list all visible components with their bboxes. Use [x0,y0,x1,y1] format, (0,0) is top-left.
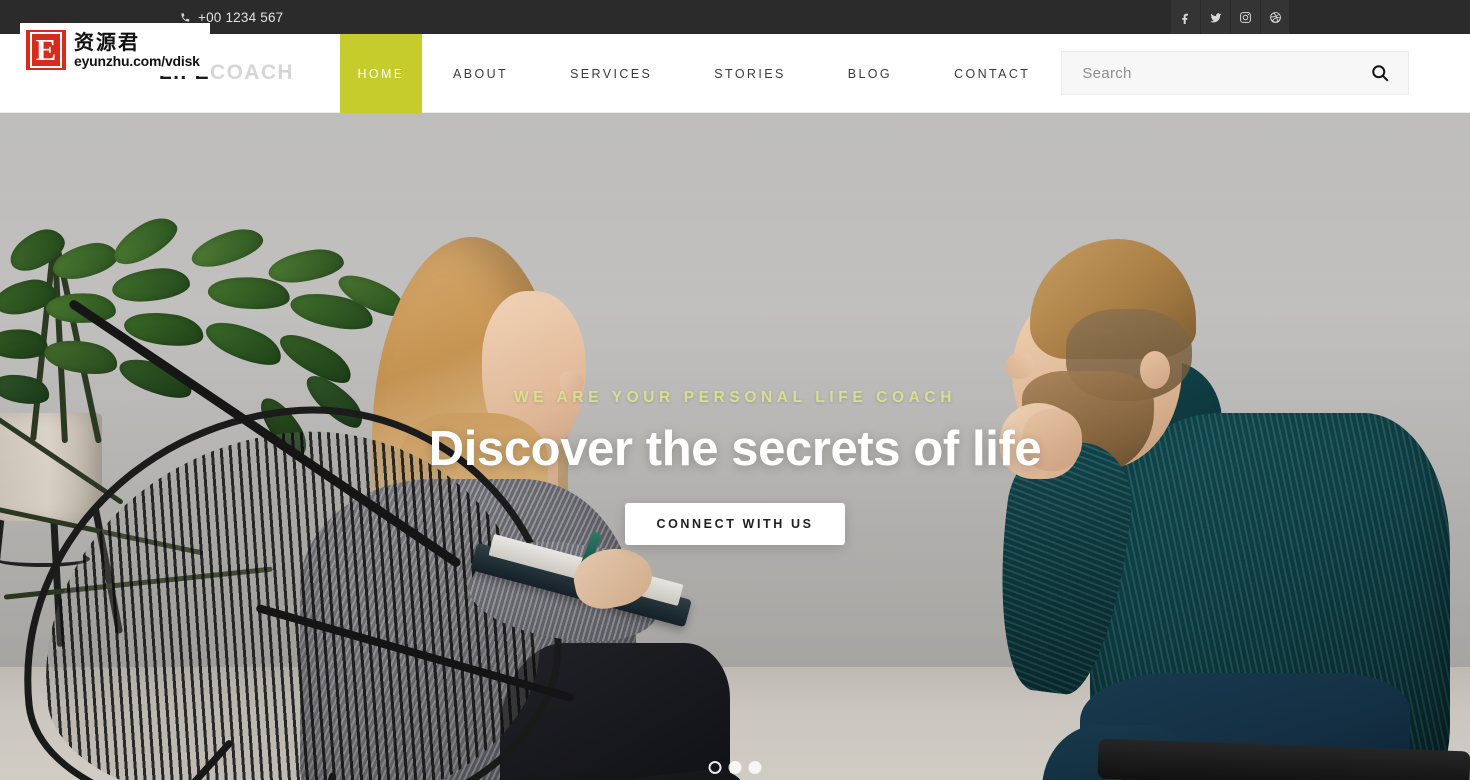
header-search [1061,34,1410,112]
nav-item-blog[interactable]: BLOG [817,34,923,113]
nav-link-blog[interactable]: BLOG [848,67,892,81]
carousel-dot-2[interactable] [728,761,742,774]
twitter-icon [1210,12,1222,22]
carousel-dots [708,761,762,774]
search-icon [1372,65,1389,82]
nav-link-contact[interactable]: CONTACT [954,67,1030,81]
nav-item-about[interactable]: ABOUT [422,34,539,113]
nav-link-about[interactable]: ABOUT [453,67,508,81]
top-bar: +00 1234 567 [0,0,1470,34]
brand-logo-part2: COACH [210,61,294,84]
social-link-dribbble[interactable] [1260,0,1290,34]
connect-with-us-button[interactable]: CONNECT WITH US [625,503,845,545]
hero-photo-overlay [0,113,1470,780]
phone-contact[interactable]: +00 1234 567 [180,10,283,25]
nav-link-services[interactable]: SERVICES [570,67,652,81]
hero-photo-coaching-session [0,113,1470,780]
search-box[interactable] [1061,51,1410,95]
nav-item-contact[interactable]: CONTACT [923,34,1061,113]
nav-link-home[interactable]: HOME [357,67,404,81]
instagram-icon [1240,11,1251,23]
nav-item-stories[interactable]: STORIES [683,34,816,113]
hero-slider: WE ARE YOUR PERSONAL LIFE COACH Discover… [0,113,1470,780]
facebook-icon [1182,13,1188,24]
nav-item-home[interactable]: HOME [340,34,422,113]
main-navigation: HOME ABOUT SERVICES STORIES BLOG CONTACT [340,34,1061,113]
phone-number: +00 1234 567 [198,9,284,25]
carousel-dot-1[interactable] [708,761,722,774]
social-link-facebook[interactable] [1170,0,1200,34]
social-link-twitter[interactable] [1200,0,1230,34]
search-input[interactable] [1082,64,1369,82]
social-links [1170,0,1290,34]
search-submit-button[interactable] [1368,63,1392,83]
dribbble-icon [1269,11,1281,23]
carousel-dot-3[interactable] [748,761,762,774]
brand-logo-part1: LIFE [158,61,210,84]
site-header: LIFE COACH HOME ABOUT SERVICES STORIES BL… [0,34,1470,113]
nav-item-services[interactable]: SERVICES [539,34,683,113]
phone-icon [181,12,190,22]
brand-logo[interactable]: LIFE COACH [0,34,340,112]
nav-link-stories[interactable]: STORIES [714,67,785,81]
social-link-instagram[interactable] [1230,0,1260,34]
